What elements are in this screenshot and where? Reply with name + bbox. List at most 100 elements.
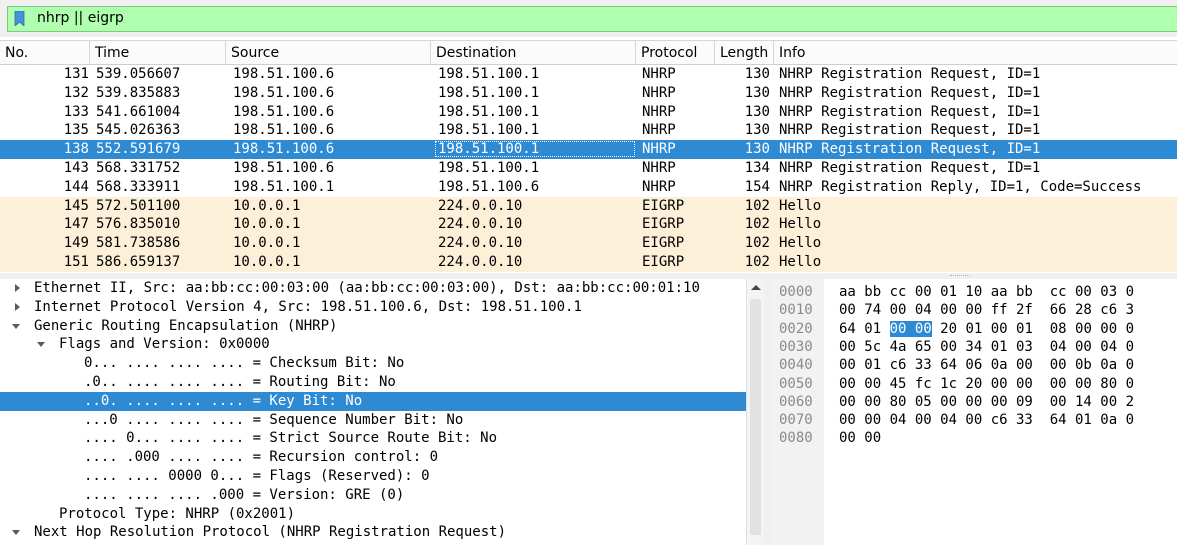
detail-row[interactable]: ...0 .... .... .... = Sequence Number Bi…	[0, 411, 746, 430]
display-filter-text[interactable]: nhrp || eigrp	[37, 10, 124, 26]
column-header-time[interactable]: Time	[90, 41, 226, 65]
packet-cell-length: 102	[744, 216, 770, 233]
detail-row[interactable]: .0.. .... .... .... = Routing Bit: No	[0, 373, 746, 392]
expand-arrow-down-icon[interactable]	[37, 342, 45, 348]
packet-row[interactable]: 147 576.835010 10.0.0.1 224.0.0.10 EIGRP 102 H…	[0, 215, 1177, 235]
packet-cell-info: NHRP Registration Request, ID=1	[779, 141, 1041, 158]
byte-offset: 0080	[779, 430, 813, 447]
packet-cell-info: NHRP Registration Request, ID=1	[779, 66, 1041, 82]
byte-offset: 0060	[779, 393, 813, 410]
packet-cell-source: 10.0.0.1	[233, 235, 301, 252]
column-header-no[interactable]: No.	[0, 41, 90, 65]
packet-row[interactable]: 132 539.835883 198.51.100.6 198.51.100.1 NHR…	[0, 83, 1177, 103]
byte-offset: 0030	[779, 338, 813, 355]
packet-cell-source: 198.51.100.6	[233, 160, 335, 176]
packet-cell-time: 568.331752	[96, 160, 181, 176]
column-header-length[interactable]: Length	[715, 41, 774, 65]
byte-offset: 0050	[779, 375, 813, 392]
expand-arrow-down-icon[interactable]	[12, 530, 20, 536]
packet-cell-no: 145	[63, 197, 89, 214]
hex-row[interactable]: 00 00 04 00 04 00 c6 33 64 01 0a 0	[839, 411, 1134, 429]
expand-arrow-right-icon[interactable]	[15, 302, 20, 311]
packet-cell-destination: 224.0.0.10	[438, 216, 523, 233]
detail-row[interactable]: 0... .... .... .... = Checksum Bit: No	[0, 354, 746, 373]
hex-bytes: 00 00	[839, 430, 882, 447]
hex-bytes: aa bb cc 00 01 10 aa bb cc 00 03 0	[839, 284, 1135, 300]
packet-row[interactable]: 143 568.331752 198.51.100.6 198.51.100.1 NHR…	[0, 159, 1177, 178]
hex-bytes: 64 01	[839, 320, 890, 337]
packet-row[interactable]: 135 545.026363 198.51.100.6 198.51.100.1 NHR…	[0, 121, 1177, 141]
hex-row[interactable]: 00 00 80 05 00 00 00 09 00 14 00 2	[839, 393, 1134, 411]
detail-text: ...0 .... .... .... = Sequence Number Bi…	[84, 411, 464, 428]
packet-cell-length: 130	[744, 84, 770, 101]
packet-row[interactable]: 149 581.738586 10.0.0.1 224.0.0.10 EIGRP 102 H…	[0, 234, 1177, 254]
packet-cell-no: 149	[63, 235, 89, 252]
packet-bytes-pane[interactable]: 0000 aa bb cc 00 01 10 aa bb cc 00 03 0 00…	[770, 279, 1177, 545]
detail-text: ..0. .... .... .... = Key Bit: No	[84, 392, 363, 409]
packet-cell-length: 130	[744, 122, 770, 139]
hex-row[interactable]: 00 74 00 04 00 00 ff 2f 66 28 c6 3	[839, 301, 1134, 319]
detail-row[interactable]: .... .... 0000 0... = Flags (Reserved): …	[0, 467, 746, 486]
column-header-protocol[interactable]: Protocol	[636, 41, 715, 65]
packet-row[interactable]: 138 552.591679 198.51.100.6 198.51.100.1 NHR…	[0, 140, 1177, 160]
packet-cell-time: 576.835010	[96, 216, 181, 233]
packet-cell-info: NHRP Registration Request, ID=1	[779, 84, 1041, 101]
packet-details-tree[interactable]: Ethernet II, Src: aa:bb:cc:00:03:00 (aa:…	[0, 279, 764, 545]
hex-row[interactable]: 00 5c 4a 65 00 34 01 03 04 00 04 0	[839, 338, 1134, 356]
packet-cell-length: 130	[744, 141, 770, 158]
packet-cell-time: 545.026363	[96, 122, 181, 139]
packet-row[interactable]: 131 539.056607 198.51.100.6 198.51.100.1 NHR…	[0, 65, 1177, 84]
packet-cell-no: 147	[63, 216, 89, 233]
detail-row[interactable]: Protocol Type: NHRP (0x2001)	[0, 505, 746, 524]
packet-cell-destination: 224.0.0.10	[438, 235, 523, 252]
hex-row[interactable]: 64 01 00 00 20 01 00 01 08 00 00 0	[839, 320, 1134, 338]
packet-cell-info: Hello	[779, 235, 822, 252]
expand-arrow-right-icon[interactable]	[15, 284, 20, 292]
byte-offset: 0010	[779, 302, 813, 319]
hex-row[interactable]: 00 00 45 fc 1c 20 00 00 00 00 80 0	[839, 375, 1134, 393]
detail-row[interactable]: ..0. .... .... .... = Key Bit: No	[0, 391, 746, 411]
packet-cell-source: 198.51.100.6	[233, 103, 335, 120]
detail-row[interactable]: Internet Protocol Version 4, Src: 198.51…	[0, 298, 746, 317]
scrollbar-thumb[interactable]	[750, 299, 761, 535]
packet-row[interactable]: 145 572.501100 10.0.0.1 224.0.0.10 EIGRP 102 H…	[0, 196, 1177, 216]
display-filter-toolbar: nhrp || eigrp	[0, 0, 1177, 37]
packet-cell-time: 552.591679	[96, 141, 181, 158]
hex-row[interactable]: 00 00	[839, 429, 881, 447]
packet-row[interactable]: 151 586.659137 10.0.0.1 224.0.0.10 EIGRP 102 H…	[0, 253, 1177, 272]
detail-row[interactable]: .... 0... .... .... = Strict Source Rout…	[0, 429, 746, 448]
packet-cell-source: 10.0.0.1	[233, 216, 301, 233]
column-header-info[interactable]: Info	[774, 41, 1177, 65]
packet-cell-no: 138	[63, 141, 89, 158]
detail-row[interactable]: .... .... .... .000 = Version: GRE (0)	[0, 486, 746, 505]
packet-cell-no: 135	[63, 122, 89, 139]
detail-row[interactable]: .... .000 .... .... = Recursion control:…	[0, 448, 746, 467]
packet-cell-destination: 198.51.100.1	[438, 122, 540, 139]
packet-cell-info: NHRP Registration Request, ID=1	[779, 103, 1041, 120]
packet-cell-source: 10.0.0.1	[233, 254, 301, 270]
detail-text: Internet Protocol Version 4, Src: 198.51…	[34, 298, 582, 315]
packet-cell-no: 133	[63, 103, 89, 120]
display-filter-input[interactable]: nhrp || eigrp	[7, 6, 1177, 32]
detail-row[interactable]: Ethernet II, Src: aa:bb:cc:00:03:00 (aa:…	[0, 279, 746, 298]
scroll-up-arrow-icon[interactable]	[751, 285, 761, 290]
detail-text: Generic Routing Encapsulation (NHRP)	[34, 317, 338, 334]
packet-cell-source: 198.51.100.1	[233, 178, 335, 195]
hex-row[interactable]: aa bb cc 00 01 10 aa bb cc 00 03 0	[839, 283, 1134, 301]
detail-row[interactable]: Generic Routing Encapsulation (NHRP)	[0, 317, 746, 336]
packet-list[interactable]: No. Time Source Destination Protocol Len…	[0, 40, 1177, 273]
column-header-destination[interactable]: Destination	[431, 41, 636, 65]
packet-cell-protocol: NHRP	[642, 84, 676, 101]
details-scrollbar[interactable]	[746, 279, 764, 545]
expand-arrow-down-icon[interactable]	[12, 323, 20, 329]
packet-cell-time: 541.661004	[96, 103, 181, 120]
bookmark-icon[interactable]	[14, 11, 25, 26]
detail-row[interactable]: Flags and Version: 0x0000	[0, 335, 746, 354]
detail-row[interactable]: Next Hop Resolution Protocol (NHRP Regis…	[0, 523, 746, 542]
packet-row[interactable]: 133 541.661004 198.51.100.6 198.51.100.1 NHR…	[0, 102, 1177, 122]
column-header-source[interactable]: Source	[226, 41, 431, 65]
packet-cell-info: NHRP Registration Request, ID=1	[779, 160, 1041, 176]
packet-cell-protocol: NHRP	[642, 66, 676, 82]
packet-row[interactable]: 144 568.333911 198.51.100.1 198.51.100.6 NHR…	[0, 177, 1177, 197]
hex-row[interactable]: 00 01 c6 33 64 06 0a 00 00 0b 0a 0	[839, 356, 1134, 374]
